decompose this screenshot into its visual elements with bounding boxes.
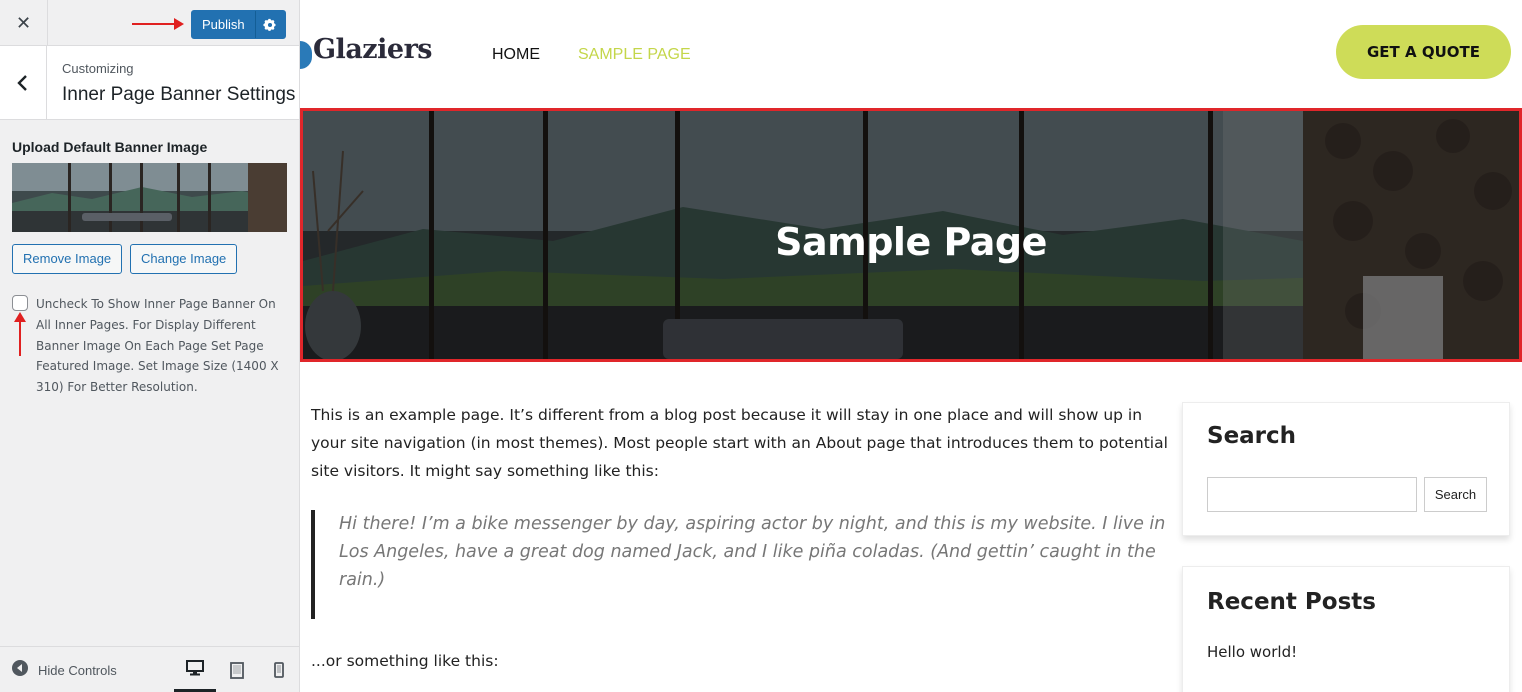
banner-title: Sample Page (775, 220, 1047, 264)
hide-controls-label: Hide Controls (38, 662, 117, 678)
publish-group: Publish (191, 10, 286, 39)
nav-sample-page[interactable]: SAMPLE PAGE (578, 46, 691, 64)
remove-image-button[interactable]: Remove Image (12, 244, 123, 274)
publish-button[interactable]: Publish (192, 11, 255, 38)
close-icon[interactable]: ✕ (0, 0, 48, 46)
mobile-icon[interactable] (258, 647, 300, 692)
tablet-icon[interactable] (216, 647, 258, 692)
customizer-window: ✕ Publish Customizing Inner Page Banner … (0, 0, 1522, 692)
customizer-sidebar: ✕ Publish Customizing Inner Page Banner … (0, 0, 300, 692)
recent-post-link[interactable]: Hello world! (1207, 643, 1297, 661)
annotation-arrow-right (132, 18, 184, 30)
banner-toggle-checkbox[interactable] (12, 295, 28, 311)
section-header: Customizing Inner Page Banner Settings (0, 46, 299, 120)
hide-controls-button[interactable]: Hide Controls (12, 647, 117, 692)
customizing-label: Customizing (62, 61, 134, 76)
gear-icon[interactable] (254, 11, 285, 38)
desktop-icon[interactable] (174, 647, 216, 692)
search-input[interactable] (1207, 477, 1417, 512)
recent-posts-title: Recent Posts (1207, 589, 1376, 615)
recent-posts-widget: Recent Posts Hello world! (1182, 566, 1510, 692)
hide-controls-icon (12, 660, 28, 680)
blockquote: Hi there! I’m a bike messenger by day, a… (311, 510, 1171, 619)
section-title: Inner Page Banner Settings (62, 84, 296, 105)
search-widget-title: Search (1207, 423, 1297, 449)
search-button[interactable]: Search (1424, 477, 1487, 512)
customizer-footer: Hide Controls (0, 646, 299, 692)
control-title: Upload Default Banner Image (12, 139, 208, 155)
quote-text: Hi there! I’m a bike messenger by day, a… (339, 514, 1166, 590)
change-image-button[interactable]: Change Image (130, 244, 238, 274)
nav-home[interactable]: HOME (492, 46, 540, 64)
customizer-header: ✕ Publish (0, 0, 299, 46)
annotation-arrow-up (14, 312, 26, 356)
get-a-quote-button[interactable]: GET A QUOTE (1336, 25, 1511, 79)
site-logo[interactable]: Glaziers (313, 34, 433, 65)
chevron-left-icon[interactable] (0, 46, 47, 119)
after-quote-text: ...or something like this: (311, 652, 499, 670)
search-widget: Search Search (1182, 402, 1510, 536)
banner-thumbnail (12, 163, 287, 232)
intro-paragraph: This is an example page. It’s different … (311, 406, 1168, 480)
checkbox-label: Uncheck To Show Inner Page Banner On All… (36, 297, 279, 395)
